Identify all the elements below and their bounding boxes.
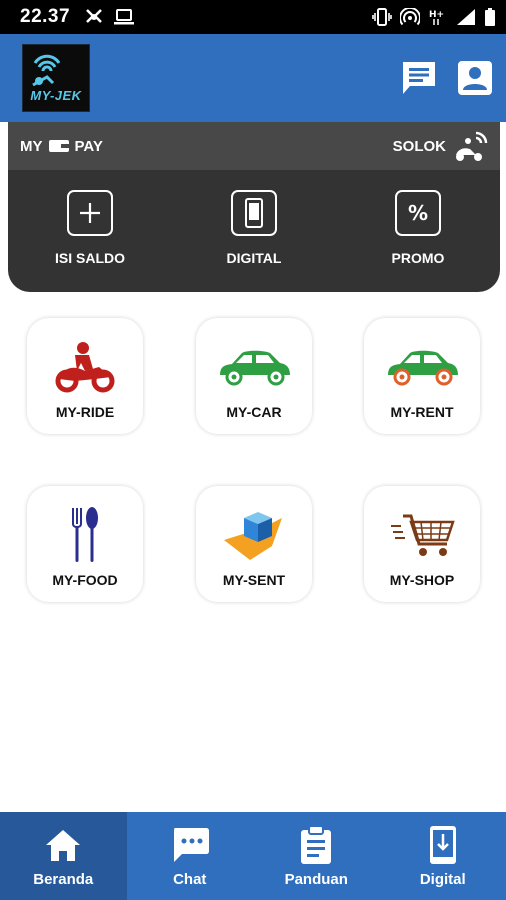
digital-button[interactable]: DIGITAL bbox=[179, 190, 329, 266]
promo-label: PROMO bbox=[391, 250, 445, 266]
status-time: 22.37 bbox=[20, 6, 71, 27]
profile-button[interactable] bbox=[456, 59, 494, 97]
nav-panduan[interactable]: Panduan bbox=[253, 812, 380, 900]
hotspot-icon bbox=[400, 8, 420, 26]
promo-button[interactable]: % PROMO bbox=[343, 190, 493, 266]
vibrate-icon bbox=[372, 8, 392, 26]
status-bar: 22.37 H+ bbox=[0, 0, 506, 34]
signal-icon bbox=[457, 9, 475, 25]
wallet-brand-left: MY bbox=[20, 137, 43, 155]
shopping-cart-icon bbox=[391, 514, 455, 556]
laptop-icon bbox=[114, 9, 135, 25]
home-icon bbox=[46, 829, 81, 861]
nav-label: Panduan bbox=[284, 870, 348, 888]
top-up-label: ISI SALDO bbox=[54, 250, 125, 266]
nav-label: Digital bbox=[419, 870, 466, 888]
service-my-ride[interactable]: MY-RIDE bbox=[27, 318, 143, 434]
phone-icon bbox=[245, 198, 263, 228]
wallet-brand-right: PAY bbox=[74, 137, 103, 155]
app-notification-icon bbox=[86, 9, 102, 23]
city-selector[interactable]: SOLOK bbox=[393, 129, 490, 163]
app-logo: MY-JEK bbox=[22, 44, 90, 112]
service-label: MY-FOOD bbox=[52, 572, 118, 588]
package-icon bbox=[224, 512, 282, 560]
nav-chat[interactable]: Chat bbox=[127, 812, 254, 900]
rental-car-icon bbox=[388, 350, 458, 386]
scooter-wifi-icon bbox=[456, 131, 488, 161]
messages-button[interactable] bbox=[400, 59, 438, 97]
service-my-shop[interactable]: MY-SHOP bbox=[364, 486, 480, 602]
service-label: MY-CAR bbox=[226, 404, 282, 420]
service-my-car[interactable]: MY-CAR bbox=[196, 318, 312, 434]
service-my-food[interactable]: MY-FOOD bbox=[27, 486, 143, 602]
bottom-navigation: Beranda Chat Panduan Digital bbox=[0, 812, 506, 900]
wallet-icon bbox=[48, 140, 69, 152]
clipboard-icon bbox=[301, 824, 332, 864]
message-icon bbox=[403, 62, 435, 94]
nav-beranda[interactable]: Beranda bbox=[0, 812, 127, 900]
nav-label: Chat bbox=[173, 870, 207, 888]
car-icon bbox=[220, 350, 290, 386]
plus-icon bbox=[80, 203, 100, 223]
digital-label: DIGITAL bbox=[226, 250, 282, 266]
service-my-rent[interactable]: MY-RENT bbox=[364, 318, 480, 434]
service-label: MY-SENT bbox=[222, 572, 286, 588]
service-label: MY-RIDE bbox=[55, 404, 115, 420]
nav-label: Beranda bbox=[33, 870, 94, 888]
nav-digital[interactable]: Digital bbox=[380, 812, 506, 900]
cutlery-icon bbox=[72, 507, 98, 562]
battery-icon bbox=[485, 8, 495, 26]
service-label: MY-SHOP bbox=[389, 572, 455, 588]
chat-icon bbox=[173, 827, 209, 862]
motorbike-icon bbox=[55, 342, 115, 393]
app-bar: MY-JEK bbox=[0, 34, 506, 122]
service-my-sent[interactable]: MY-SENT bbox=[196, 486, 312, 602]
top-up-button[interactable]: ISI SALDO bbox=[15, 190, 165, 266]
account-icon bbox=[458, 61, 492, 95]
wallet-header: MY PAY SOLOK bbox=[8, 122, 500, 170]
data-hplus-icon: H+ bbox=[429, 10, 444, 25]
phone-download-icon bbox=[429, 825, 456, 864]
percent-icon: % bbox=[407, 201, 429, 225]
wallet-brand: MY PAY bbox=[20, 138, 103, 155]
city-label: SOLOK bbox=[392, 137, 446, 155]
wallet-card: MY PAY SOLOK ISI SALDO DIGITAL % PROMO bbox=[8, 122, 500, 292]
svg-text:H+: H+ bbox=[429, 10, 444, 20]
rider-wifi-icon bbox=[32, 54, 61, 87]
service-label: MY-RENT bbox=[390, 404, 454, 420]
